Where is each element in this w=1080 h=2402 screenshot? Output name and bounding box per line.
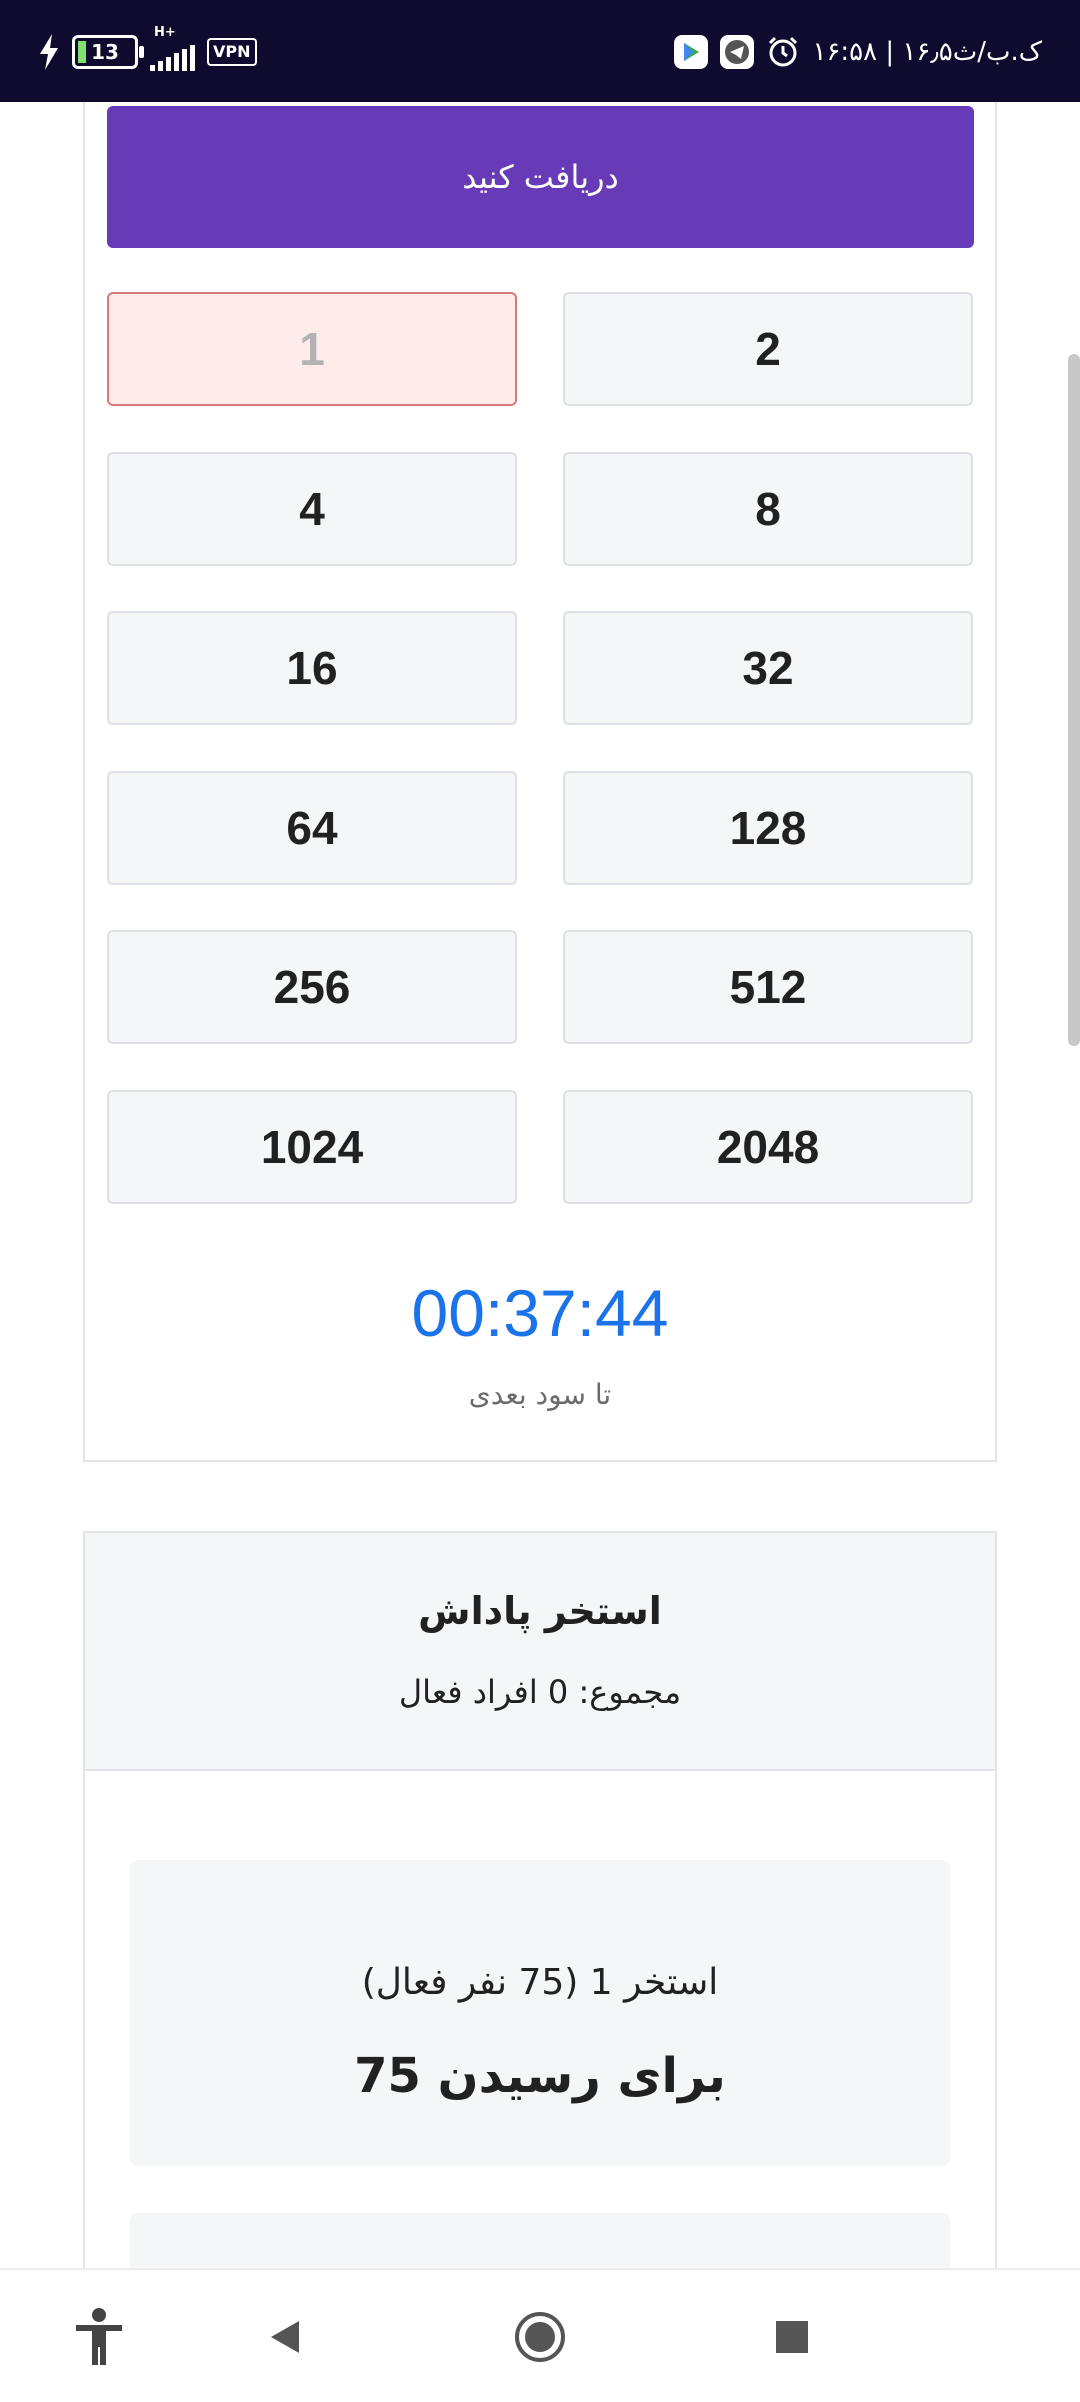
telegram-icon: [720, 35, 755, 69]
battery-icon: 13: [72, 35, 144, 69]
reward-pool-card: استخر پاداش مجموع: 0 افراد فعال استخر 1 …: [83, 1531, 997, 2273]
reward-pool-title: استخر پاداش: [418, 1589, 662, 1633]
charging-bolt-icon: [40, 34, 58, 70]
status-right: ۱۶:۵۸ | ۱۶٫۵ک.ب/ث: [674, 30, 1042, 74]
multiplier-button-512[interactable]: 512: [563, 930, 973, 1044]
vpn-icon: VPN: [207, 38, 257, 66]
pool-item-name: استخر 1 (75 نفر فعال): [361, 1962, 719, 2003]
multiplier-button-64[interactable]: 64: [107, 771, 517, 885]
accessibility-icon[interactable]: [66, 2304, 132, 2370]
reward-pool-header: استخر پاداش مجموع: 0 افراد فعال: [85, 1533, 995, 1771]
multiplier-button-32[interactable]: 32: [563, 611, 973, 725]
status-time: ۱۶:۵۸ | ۱۶٫۵ک.ب/ث: [812, 37, 1042, 67]
countdown-timer: 00:37:44: [411, 1276, 669, 1350]
battery-level: 13: [91, 40, 119, 64]
status-left: 13 H+ VPN: [38, 25, 257, 74]
multiplier-button-2048[interactable]: 2048: [563, 1090, 973, 1204]
status-bar: 13 H+ VPN ۱۶:۵۸ | ۱۶٫۵ک.ب/ث: [0, 0, 1080, 102]
home-icon[interactable]: [507, 2304, 573, 2370]
multiplier-button-256[interactable]: 256: [107, 930, 517, 1044]
play-store-icon: [674, 35, 709, 69]
network-type: H+: [154, 25, 176, 40]
multiplier-button-128[interactable]: 128: [563, 771, 973, 885]
signal-icon: H+: [150, 25, 195, 71]
multiplier-button-2[interactable]: 2: [563, 292, 973, 406]
navigation-bar: [0, 2268, 1080, 2402]
pool-item-partial[interactable]: [130, 2213, 950, 2273]
pool-item[interactable]: استخر 1 (75 نفر فعال) برای رسیدن 75: [130, 1860, 950, 2166]
receive-button[interactable]: دریافت کنید: [107, 106, 974, 248]
back-icon[interactable]: [252, 2304, 318, 2370]
multiplier-button-8[interactable]: 8: [563, 452, 973, 566]
reward-pool-total: مجموع: 0 افراد فعال: [398, 1673, 682, 1711]
alarm-icon: [769, 36, 798, 67]
multiplier-button-1[interactable]: 1: [107, 292, 517, 406]
page-scrollbar[interactable]: [1068, 354, 1080, 1046]
timer-caption: تا سود بعدی: [468, 1378, 612, 1411]
multiplier-button-16[interactable]: 16: [107, 611, 517, 725]
multiplier-button-4[interactable]: 4: [107, 452, 517, 566]
pool-item-goal: برای رسیدن 75: [354, 2048, 726, 2104]
multiplier-button-1024[interactable]: 1024: [107, 1090, 517, 1204]
recents-icon[interactable]: [759, 2304, 825, 2370]
